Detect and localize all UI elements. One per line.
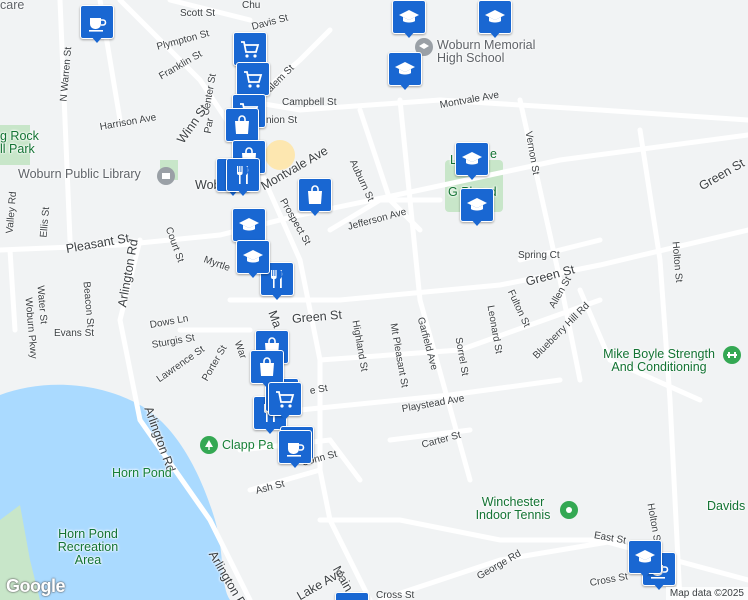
map-marker-cart[interactable] [268, 382, 302, 420]
label-horn-pond: Horn Pond [112, 466, 172, 480]
map-marker-shopping[interactable] [225, 108, 259, 146]
label-rock-park: g Rock ll Park [0, 129, 39, 156]
school-icon [399, 10, 419, 23]
horn-pond-water [0, 384, 230, 600]
cart-icon [244, 71, 263, 88]
map-marker-school[interactable] [478, 0, 512, 38]
school-icon [395, 62, 415, 75]
coffee-icon [89, 18, 107, 32]
coffee-icon [287, 443, 305, 457]
label-union-st: nion St [266, 115, 298, 126]
label-spring-ct: Spring Ct [518, 250, 560, 261]
map-attribution[interactable]: Map data ©2025 [665, 587, 748, 600]
label-woburn-memorial: Woburn Memorial High School [437, 38, 536, 65]
label-church-st: Chu [242, 0, 261, 11]
map-marker-restaurant[interactable] [226, 158, 260, 196]
tennis-poi-icon [560, 501, 578, 519]
bag-icon [260, 357, 274, 376]
label-mike-boyle: Mike Boyle Strength And Conditioning [603, 347, 715, 374]
map-marker-school[interactable] [455, 142, 489, 180]
map-marker-grocery[interactable] [236, 62, 270, 100]
school-icon [243, 250, 263, 263]
label-library: Woburn Public Library [18, 167, 141, 181]
label-e-park: e [490, 147, 497, 161]
label-evans-st: Evans St [54, 328, 95, 339]
map-marker-school[interactable] [236, 240, 270, 278]
school-icon [462, 152, 482, 165]
label-care: care [0, 0, 25, 12]
park-poi-icon [200, 436, 218, 454]
map-marker-school[interactable] [392, 0, 426, 38]
map-marker-school[interactable] [460, 188, 494, 226]
map-marker-coffee[interactable] [278, 430, 312, 468]
map-marker-school[interactable] [388, 52, 422, 90]
map-marker-shopping[interactable] [298, 178, 332, 216]
restaurant-icon [237, 166, 249, 184]
label-horn-pond-rec: Horn Pond Recreation Area [57, 527, 119, 567]
label-clapp-park: Clapp Pa [222, 438, 274, 452]
gym-poi-icon [723, 346, 741, 364]
road-network [0, 0, 748, 600]
library-poi-icon [157, 167, 175, 185]
school-icon [635, 550, 655, 563]
label-davids: Davids [707, 499, 746, 513]
map-marker-school[interactable] [232, 208, 266, 246]
label-campbell-st: Campbell St [282, 97, 337, 108]
map-canvas[interactable]: Scott St Davis St Chu Plympton St Frankl… [0, 0, 748, 600]
label-cross-st-w: Cross St [376, 590, 415, 600]
map-marker-school[interactable] [628, 540, 662, 578]
bag-icon [235, 115, 249, 134]
school-icon [485, 10, 505, 23]
school-icon [239, 218, 259, 231]
map-marker-school[interactable] [335, 592, 369, 600]
label-scott-st: Scott St [180, 8, 216, 19]
cart-icon [276, 391, 295, 408]
cart-icon [241, 41, 260, 58]
map-marker-bag[interactable] [250, 350, 284, 388]
map-marker-coffee[interactable] [80, 5, 114, 43]
google-logo: Google [6, 576, 66, 596]
bag-icon [308, 185, 322, 204]
school-icon [467, 198, 487, 211]
label-winchester-tennis: Winchester Indoor Tennis [475, 495, 551, 522]
